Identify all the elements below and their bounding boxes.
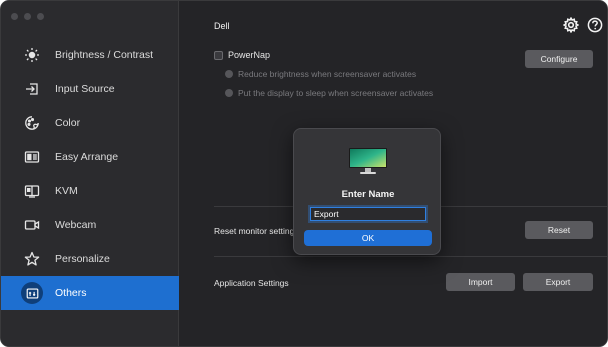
- window-controls: [11, 13, 44, 20]
- sidebar-item-label: KVM: [55, 185, 78, 197]
- sidebar-item-label: Color: [55, 117, 81, 129]
- page-title: Dell: [214, 21, 230, 31]
- powernap-option[interactable]: PowerNap: [214, 50, 270, 60]
- brightness-icon: [23, 46, 41, 64]
- sidebar-item-label: Input Source: [55, 83, 115, 95]
- sidebar-item-color[interactable]: Color: [1, 106, 179, 140]
- import-button[interactable]: Import: [446, 273, 515, 291]
- reset-button[interactable]: Reset: [525, 221, 593, 239]
- sidebar-item-input-source[interactable]: Input Source: [1, 72, 179, 106]
- sidebar-item-label: Easy Arrange: [55, 151, 119, 163]
- zoom-window-button[interactable]: [37, 13, 44, 20]
- kvm-icon: [23, 182, 41, 200]
- easy-arrange-icon: [23, 148, 41, 166]
- sidebar: Brightness / Contrast Input Source Color…: [1, 1, 179, 346]
- ok-button[interactable]: OK: [304, 230, 432, 246]
- close-window-button[interactable]: [11, 13, 18, 20]
- sidebar-nav: Brightness / Contrast Input Source Color…: [1, 38, 179, 310]
- radio-button[interactable]: [225, 89, 233, 97]
- sleep-display-option[interactable]: Put the display to sleep when screensave…: [225, 88, 433, 98]
- application-settings-label: Application Settings: [214, 278, 289, 288]
- sidebar-item-kvm[interactable]: KVM: [1, 174, 179, 208]
- radio-button[interactable]: [225, 70, 233, 78]
- powernap-label: PowerNap: [228, 50, 271, 60]
- gear-icon[interactable]: [562, 16, 580, 34]
- sidebar-item-label: Webcam: [55, 219, 97, 231]
- export-button[interactable]: Export: [523, 273, 593, 291]
- sidebar-item-label: Others: [55, 287, 87, 299]
- monitor-icon: [349, 148, 387, 174]
- reduce-brightness-label: Reduce brightness when screensaver activ…: [238, 69, 417, 79]
- minimize-window-button[interactable]: [24, 13, 31, 20]
- others-icon: [21, 282, 43, 304]
- sidebar-item-easy-arrange[interactable]: Easy Arrange: [1, 140, 179, 174]
- app-window: Brightness / Contrast Input Source Color…: [0, 0, 608, 347]
- powernap-checkbox[interactable]: [214, 50, 223, 60]
- help-icon[interactable]: [587, 17, 603, 33]
- dialog-title: Enter Name: [341, 189, 395, 200]
- sidebar-item-webcam[interactable]: Webcam: [1, 208, 179, 242]
- sidebar-item-label: Personalize: [55, 253, 110, 265]
- sidebar-item-brightness-contrast[interactable]: Brightness / Contrast: [1, 38, 179, 72]
- sleep-display-label: Put the display to sleep when screensave…: [238, 88, 434, 98]
- name-input[interactable]: [310, 207, 426, 221]
- star-icon: [23, 250, 41, 268]
- sidebar-item-label: Brightness / Contrast: [55, 49, 154, 61]
- input-source-icon: [23, 80, 41, 98]
- enter-name-dialog: Enter Name OK: [293, 128, 441, 255]
- divider: [214, 256, 607, 257]
- sidebar-item-personalize[interactable]: Personalize: [1, 242, 179, 276]
- reduce-brightness-option[interactable]: Reduce brightness when screensaver activ…: [225, 69, 416, 79]
- reset-monitor-label: Reset monitor settings: [214, 226, 299, 236]
- sidebar-item-others[interactable]: Others: [1, 276, 179, 310]
- color-icon: [23, 114, 41, 132]
- configure-button[interactable]: Configure: [525, 50, 593, 68]
- webcam-icon: [23, 216, 41, 234]
